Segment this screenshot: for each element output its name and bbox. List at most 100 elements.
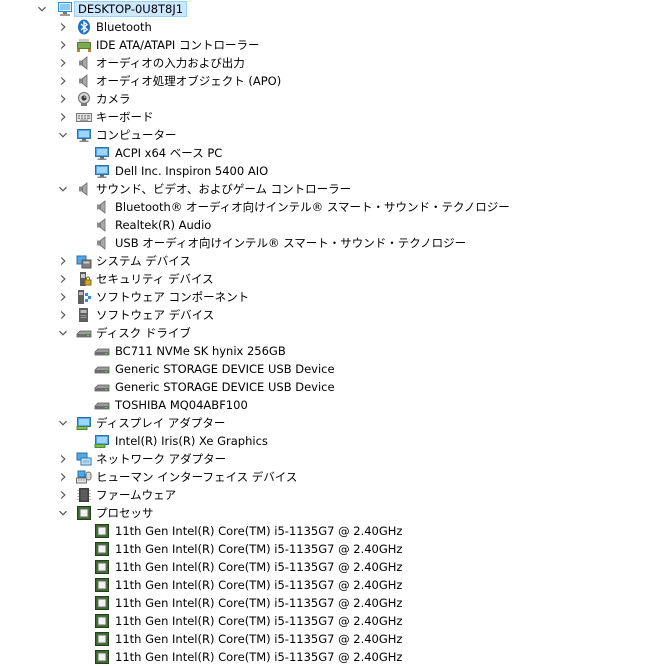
chevron-down-icon[interactable] xyxy=(38,5,46,13)
processor-icon xyxy=(94,523,110,539)
speaker-icon xyxy=(76,55,92,71)
chevron-right-icon[interactable] xyxy=(59,473,67,481)
disk-drive-icon xyxy=(94,397,110,413)
tree-item-label: ディスク ドライブ xyxy=(96,326,191,340)
processor-icon xyxy=(76,505,92,521)
speaker-icon xyxy=(76,181,92,197)
tree-device-item[interactable]: USB オーディオ向けインテル® スマート・サウンド・テクノロジー xyxy=(0,234,666,252)
chevron-right-icon[interactable] xyxy=(59,257,67,265)
network-adapter-icon xyxy=(76,451,92,467)
tree-category-item[interactable]: オーディオ処理オブジェクト (APO) xyxy=(0,72,666,90)
chevron-right-icon[interactable] xyxy=(59,77,67,85)
tree-device-item[interactable]: BC711 NVMe SK hynix 256GB xyxy=(0,342,666,360)
speaker-icon xyxy=(76,73,92,89)
tree-category-item[interactable]: ディスプレイ アダプター xyxy=(0,414,666,432)
tree-device-item[interactable]: Realtek(R) Audio xyxy=(0,216,666,234)
monitor-icon xyxy=(76,127,92,143)
tree-category-item[interactable]: ネットワーク アダプター xyxy=(0,450,666,468)
tree-device-item[interactable]: 11th Gen Intel(R) Core(TM) i5-1135G7 @ 2… xyxy=(0,540,666,558)
firmware-icon xyxy=(76,487,92,503)
tree-item-label: カメラ xyxy=(96,92,131,106)
chevron-down-icon[interactable] xyxy=(59,509,67,517)
processor-icon xyxy=(94,541,110,557)
tree-item-label: オーディオの入力および出力 xyxy=(96,56,245,70)
chevron-right-icon[interactable] xyxy=(59,293,67,301)
chevron-right-icon[interactable] xyxy=(59,455,67,463)
tree-device-item[interactable]: 11th Gen Intel(R) Core(TM) i5-1135G7 @ 2… xyxy=(0,630,666,648)
chevron-right-icon[interactable] xyxy=(59,311,67,319)
tree-category-item[interactable]: IDE ATA/ATAPI コントローラー xyxy=(0,36,666,54)
chevron-right-icon[interactable] xyxy=(59,275,67,283)
display-adapter-icon xyxy=(76,415,92,431)
tree-device-item[interactable]: 11th Gen Intel(R) Core(TM) i5-1135G7 @ 2… xyxy=(0,648,666,666)
chevron-right-icon[interactable] xyxy=(59,41,67,49)
tree-device-item[interactable]: Dell Inc. Inspiron 5400 AIO xyxy=(0,162,666,180)
camera-icon xyxy=(76,91,92,107)
tree-device-item[interactable]: 11th Gen Intel(R) Core(TM) i5-1135G7 @ 2… xyxy=(0,594,666,612)
processor-icon xyxy=(94,577,110,593)
tree-device-item[interactable]: Intel(R) Iris(R) Xe Graphics xyxy=(0,432,666,450)
bluetooth-icon xyxy=(76,19,92,35)
tree-category-item[interactable]: Bluetooth xyxy=(0,18,666,36)
tree-category-item[interactable]: セキュリティ デバイス xyxy=(0,270,666,288)
tree-category-item[interactable]: ソフトウェア デバイス xyxy=(0,306,666,324)
tree-device-item[interactable]: ACPI x64 ベース PC xyxy=(0,144,666,162)
tree-item-label: BC711 NVMe SK hynix 256GB xyxy=(115,344,286,358)
disk-drive-icon xyxy=(76,325,92,341)
processor-icon xyxy=(94,559,110,575)
tree-item-label: 11th Gen Intel(R) Core(TM) i5-1135G7 @ 2… xyxy=(115,614,403,628)
tree-item-label: ソフトウェア デバイス xyxy=(96,308,215,322)
tree-item-label: ヒューマン インターフェイス デバイス xyxy=(96,470,298,484)
tree-device-item[interactable]: 11th Gen Intel(R) Core(TM) i5-1135G7 @ 2… xyxy=(0,558,666,576)
tree-category-item[interactable]: ディスク ドライブ xyxy=(0,324,666,342)
monitor-icon xyxy=(94,163,110,179)
tree-category-item[interactable]: プロセッサ xyxy=(0,504,666,522)
tree-item-label: Bluetooth® オーディオ向けインテル® スマート・サウンド・テクノロジー xyxy=(115,200,510,214)
chevron-right-icon[interactable] xyxy=(59,59,67,67)
tree-category-item[interactable]: キーボード xyxy=(0,108,666,126)
speaker-icon xyxy=(94,235,110,251)
tree-category-item[interactable]: ヒューマン インターフェイス デバイス xyxy=(0,468,666,486)
tree-category-item[interactable]: ソフトウェア コンポーネント xyxy=(0,288,666,306)
keyboard-icon xyxy=(76,109,92,125)
tree-device-item[interactable]: 11th Gen Intel(R) Core(TM) i5-1135G7 @ 2… xyxy=(0,612,666,630)
chevron-right-icon[interactable] xyxy=(59,95,67,103)
tree-item-label: TOSHIBA MQ04ABF100 xyxy=(115,398,248,412)
tree-item-label: ソフトウェア コンポーネント xyxy=(96,290,250,304)
tree-device-item[interactable]: 11th Gen Intel(R) Core(TM) i5-1135G7 @ 2… xyxy=(0,522,666,540)
tree-item-label: 11th Gen Intel(R) Core(TM) i5-1135G7 @ 2… xyxy=(115,560,403,574)
chevron-right-icon[interactable] xyxy=(59,113,67,121)
tree-item-label: サウンド、ビデオ、およびゲーム コントローラー xyxy=(96,182,352,196)
tree-item-label: 11th Gen Intel(R) Core(TM) i5-1135G7 @ 2… xyxy=(115,524,403,538)
tree-item-label: Generic STORAGE DEVICE USB Device xyxy=(115,362,335,376)
tree-item-label: オーディオ処理オブジェクト (APO) xyxy=(96,74,282,88)
tree-item-label: 11th Gen Intel(R) Core(TM) i5-1135G7 @ 2… xyxy=(115,632,403,646)
chevron-down-icon[interactable] xyxy=(59,131,67,139)
tree-category-item[interactable]: ファームウェア xyxy=(0,486,666,504)
tree-item-label: 11th Gen Intel(R) Core(TM) i5-1135G7 @ 2… xyxy=(115,596,403,610)
tree-category-item[interactable]: システム デバイス xyxy=(0,252,666,270)
tree-device-item[interactable]: Generic STORAGE DEVICE USB Device xyxy=(0,360,666,378)
processor-icon xyxy=(94,595,110,611)
chevron-right-icon[interactable] xyxy=(59,23,67,31)
tree-category-item[interactable]: サウンド、ビデオ、およびゲーム コントローラー xyxy=(0,180,666,198)
chevron-down-icon[interactable] xyxy=(59,329,67,337)
tree-device-item[interactable]: Generic STORAGE DEVICE USB Device xyxy=(0,378,666,396)
tree-item-label: 11th Gen Intel(R) Core(TM) i5-1135G7 @ 2… xyxy=(115,542,403,556)
tree-category-item[interactable]: カメラ xyxy=(0,90,666,108)
tree-category-item[interactable]: オーディオの入力および出力 xyxy=(0,54,666,72)
chevron-down-icon[interactable] xyxy=(59,419,67,427)
tree-category-item[interactable]: コンピューター xyxy=(0,126,666,144)
software-device-icon xyxy=(76,307,92,323)
tree-item-label: ディスプレイ アダプター xyxy=(96,416,226,430)
tree-root-item[interactable]: DESKTOP-0U8T8J1 xyxy=(0,0,666,18)
tree-device-item[interactable]: TOSHIBA MQ04ABF100 xyxy=(0,396,666,414)
tree-item-label: Realtek(R) Audio xyxy=(115,218,212,232)
device-tree: DESKTOP-0U8T8J1 Bluetooth IDE ATA/ATAPI コン… xyxy=(0,0,666,666)
tree-item-label: ACPI x64 ベース PC xyxy=(115,146,223,160)
tree-device-item[interactable]: Bluetooth® オーディオ向けインテル® スマート・サウンド・テクノロジー xyxy=(0,198,666,216)
chevron-down-icon[interactable] xyxy=(59,185,67,193)
tree-device-item[interactable]: 11th Gen Intel(R) Core(TM) i5-1135G7 @ 2… xyxy=(0,576,666,594)
tree-item-label: キーボード xyxy=(96,110,154,124)
chevron-right-icon[interactable] xyxy=(59,491,67,499)
